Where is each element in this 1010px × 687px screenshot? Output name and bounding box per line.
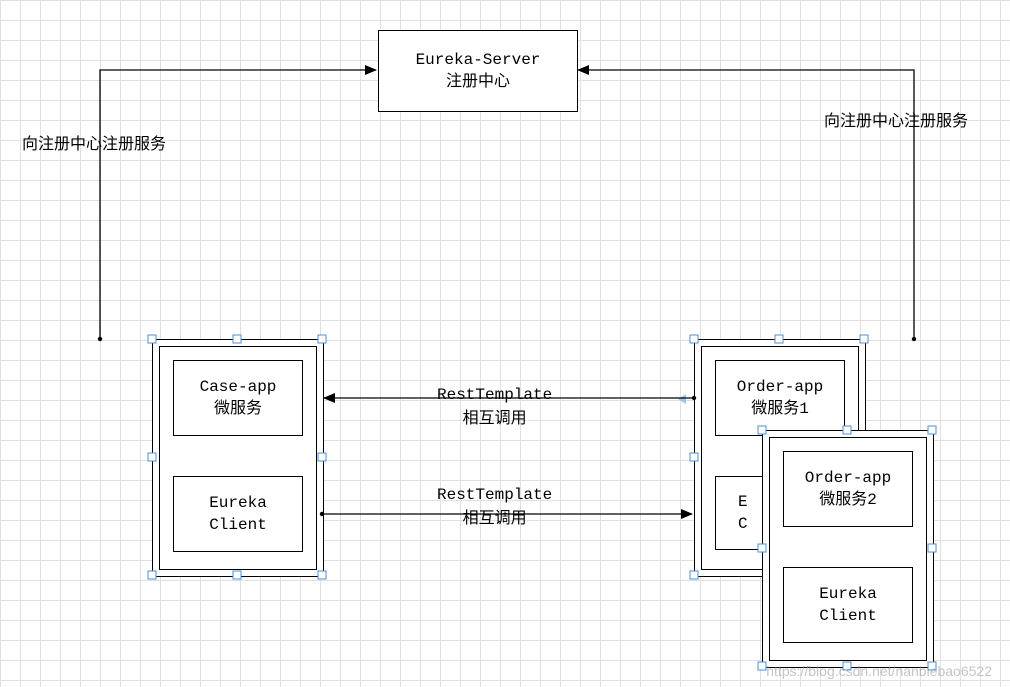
eureka-server-box: Eureka-Server 注册中心 <box>378 30 578 112</box>
selection-handle[interactable] <box>233 335 242 344</box>
selection-handle[interactable] <box>148 335 157 344</box>
eureka-server-title: Eureka-Server <box>416 49 541 71</box>
order1-client-line2: C <box>738 513 748 535</box>
selection-handle[interactable] <box>758 662 767 671</box>
label-right-register: 向注册中心注册服务 <box>824 107 968 131</box>
order2-line1: Order-app <box>805 467 891 489</box>
case-app-line1: Case-app <box>200 376 277 398</box>
selection-handle[interactable] <box>843 426 852 435</box>
case-app-line2: 微服务 <box>214 398 262 420</box>
label-left-register: 向注册中心注册服务 <box>22 130 166 154</box>
case-client-cell: Eureka Client <box>173 476 303 552</box>
watermark: https://blog.csdn.net/nanbiebao6522 <box>766 663 992 679</box>
selection-handle[interactable] <box>233 571 242 580</box>
order1-cell: Order-app 微服务1 <box>715 360 845 436</box>
order2-line2: 微服务2 <box>819 489 877 511</box>
selection-handle[interactable] <box>690 453 699 462</box>
selection-handle[interactable] <box>148 453 157 462</box>
case-client-line1: Eureka <box>209 492 267 514</box>
selection-handle[interactable] <box>758 426 767 435</box>
order2-cell: Order-app 微服务2 <box>783 451 913 527</box>
order2-client-line2: Client <box>819 605 877 627</box>
order1-line1: Order-app <box>737 376 823 398</box>
selection-handle[interactable] <box>318 335 327 344</box>
selection-handle[interactable] <box>860 335 869 344</box>
selection-handle[interactable] <box>928 426 937 435</box>
order1-line2: 微服务1 <box>751 398 809 420</box>
selection-handle[interactable] <box>758 544 767 553</box>
selection-handle[interactable] <box>775 335 784 344</box>
label-rest-bottom: RestTemplate 相互调用 <box>437 486 552 528</box>
eureka-server-subtitle: 注册中心 <box>446 71 510 93</box>
selection-handle[interactable] <box>690 571 699 580</box>
case-client-line2: Client <box>209 514 267 536</box>
selection-handle[interactable] <box>318 571 327 580</box>
case-app-cell: Case-app 微服务 <box>173 360 303 436</box>
order1-client-line1: E <box>738 491 748 513</box>
selection-handle[interactable] <box>928 544 937 553</box>
order2-client-line1: Eureka <box>819 583 877 605</box>
selection-handle[interactable] <box>690 335 699 344</box>
selection-handle[interactable] <box>148 571 157 580</box>
drag-indicator <box>678 394 686 404</box>
order2-client-cell: Eureka Client <box>783 567 913 643</box>
selection-handle[interactable] <box>318 453 327 462</box>
label-rest-top: RestTemplate 相互调用 <box>437 386 552 428</box>
